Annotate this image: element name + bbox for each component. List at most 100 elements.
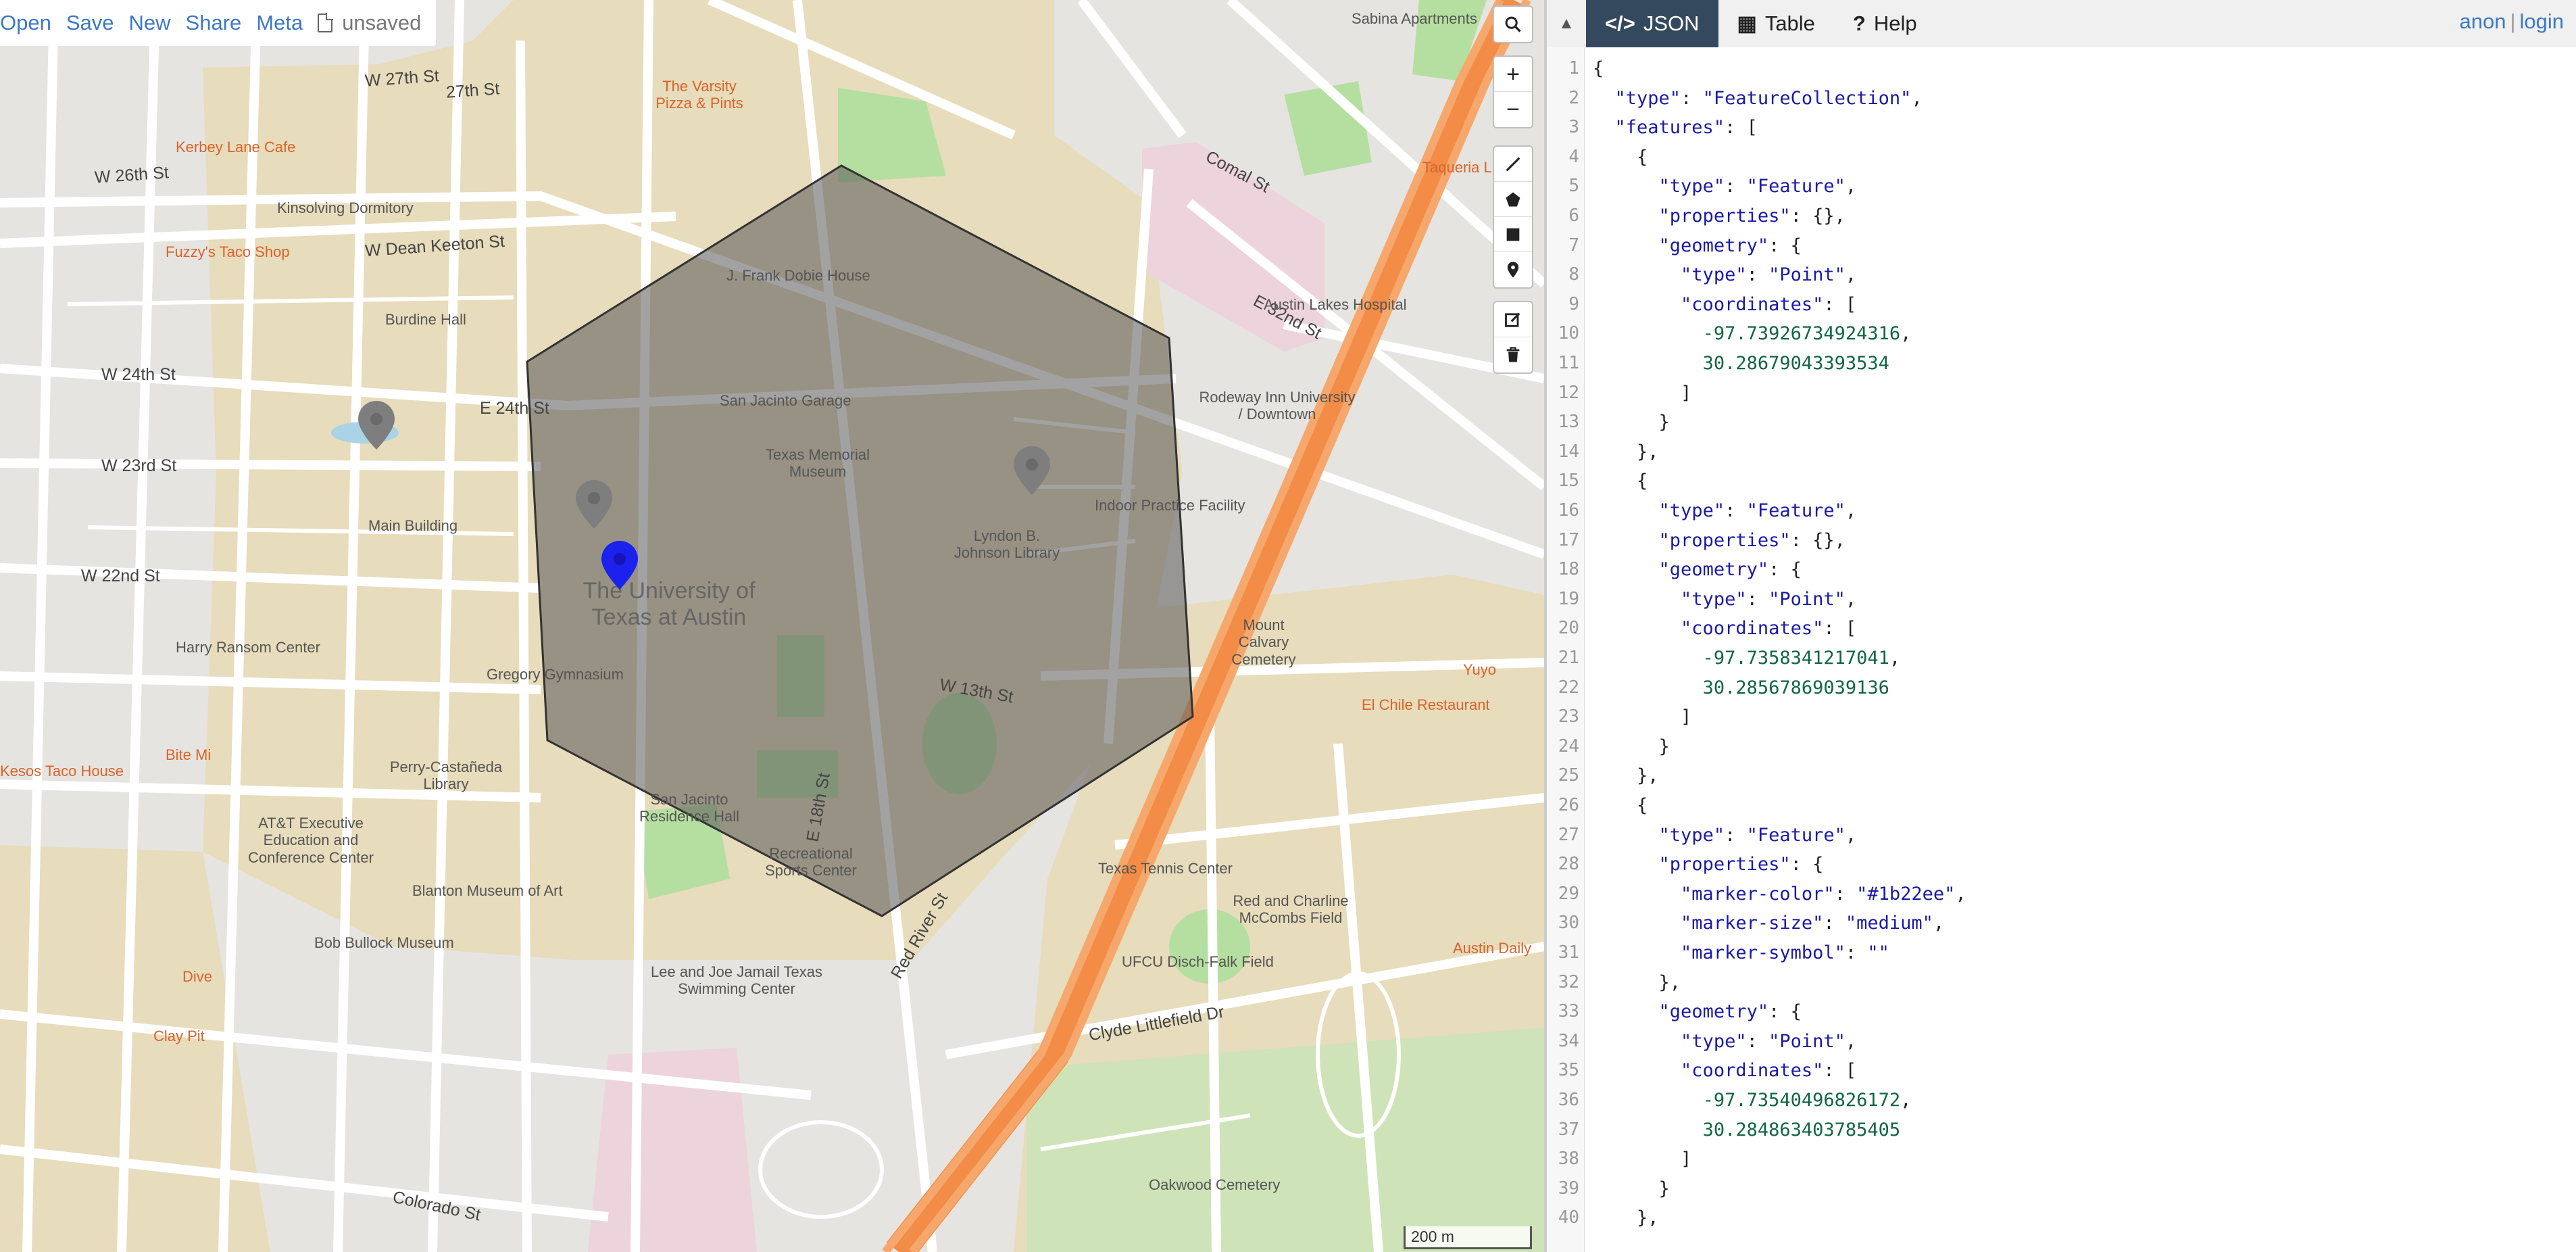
code-text: "properties": {},	[1658, 206, 1846, 226]
line-number: 28	[1558, 854, 1579, 875]
zoom-out-button[interactable]: −	[1494, 92, 1532, 127]
code-text: "type": "Point",	[1681, 588, 1857, 610]
map-marker[interactable]	[1014, 446, 1050, 495]
tab-label: Table	[1764, 11, 1815, 35]
line-number: 19	[1558, 588, 1579, 609]
code-icon: </>	[1605, 11, 1635, 35]
place-label: Austin Lakes Hospital	[1264, 296, 1407, 313]
line-number: 8	[1568, 264, 1579, 285]
line-number: 13	[1558, 412, 1579, 433]
zoom-out-icon: −	[1506, 97, 1520, 122]
line-number: 30	[1558, 913, 1579, 934]
code-text: "marker-size": "medium",	[1681, 913, 1945, 934]
search-button[interactable]	[1494, 7, 1532, 42]
poi-label: Dive	[182, 968, 213, 985]
edit-toolbar	[1493, 301, 1533, 374]
line-number: 33	[1558, 1001, 1579, 1022]
place-label: Sabina Apartments	[1352, 10, 1477, 27]
line-number: 5	[1568, 176, 1579, 197]
map-marker-selected[interactable]	[601, 541, 638, 589]
edit-icon	[1505, 312, 1520, 327]
line-number: 22	[1558, 677, 1579, 698]
zoom-in-icon: +	[1506, 61, 1520, 87]
street-label: 27th St	[445, 79, 501, 102]
top-menu: Open Save New Share Meta unsaved	[0, 0, 437, 46]
share-button[interactable]: Share	[186, 11, 242, 35]
tab-json[interactable]: </> JSON	[1586, 0, 1718, 47]
login-link[interactable]: login	[2520, 9, 2565, 33]
marker-icon	[1507, 262, 1519, 278]
code-text: },	[1593, 971, 1681, 993]
delete-layers-button[interactable]	[1494, 337, 1532, 372]
meta-button[interactable]: Meta	[256, 11, 303, 35]
line-number: 36	[1558, 1090, 1579, 1110]
place-label: Lee and Joe Jamail Texas Swimming Center	[651, 963, 822, 998]
place-label: J. Frank Dobie House	[726, 267, 870, 284]
line-number: 1	[1568, 58, 1579, 78]
edit-layers-button[interactable]	[1494, 302, 1532, 337]
line-number: 29	[1558, 883, 1579, 904]
open-button[interactable]: Open	[0, 11, 51, 35]
zoom-in-button[interactable]: +	[1494, 57, 1532, 92]
code-text: "geometry": {	[1658, 1001, 1802, 1023]
line-number: 18	[1558, 559, 1579, 580]
zoom-control: + −	[1493, 55, 1533, 128]
code-text: ]	[1593, 1149, 1692, 1170]
place-label: Rodeway Inn University / Downtown	[1199, 389, 1356, 423]
json-editor[interactable]: 1 {2 "type": "FeatureCollection", 3 "featu…	[1547, 47, 2576, 1252]
code-text: },	[1593, 1207, 1659, 1229]
code-text: {	[1593, 146, 1648, 168]
map-marker[interactable]	[576, 480, 612, 529]
collapse-pane-button[interactable]: ▲	[1547, 0, 1586, 47]
line-number: 10	[1558, 323, 1579, 344]
draw-marker-button[interactable]	[1494, 252, 1532, 287]
question-icon: ?	[1852, 11, 1866, 35]
tab-bar: ▲ </> JSON ▦ Table ? Help anon | login	[1547, 0, 2576, 47]
draw-line-button[interactable]	[1494, 147, 1532, 182]
place-label: Red and Charline McCombs Field	[1233, 892, 1349, 927]
tab-table[interactable]: ▦ Table	[1718, 0, 1834, 47]
code-text: "type": "Feature",	[1658, 824, 1857, 846]
poi-label: Taqueria L	[1422, 159, 1492, 176]
tab-help[interactable]: ? Help	[1834, 0, 1936, 47]
tab-label: JSON	[1643, 11, 1700, 35]
place-label: Texas Tennis Center	[1098, 860, 1233, 877]
code-text: "features": [	[1614, 117, 1758, 139]
place-label: UFCU Disch-Falk Field	[1122, 953, 1274, 970]
code-text: "type": "Feature",	[1658, 176, 1857, 197]
code-text: "coordinates": [	[1681, 293, 1857, 315]
search-icon	[1505, 16, 1521, 32]
place-label: San Jacinto Residence Hall	[639, 791, 739, 825]
code-text: "type": "Point",	[1681, 1030, 1857, 1052]
poi-label: Austin Daily	[1453, 940, 1532, 957]
code-text: {	[1593, 58, 1604, 79]
street-label: W 22nd St	[81, 567, 160, 585]
save-button[interactable]: Save	[66, 11, 114, 35]
line-icon	[1506, 157, 1520, 171]
code-text: 30.284863403785405	[1702, 1119, 1901, 1140]
basemap	[0, 0, 1544, 1252]
map-marker[interactable]	[358, 401, 395, 450]
scale-bar: 200 m	[1404, 1226, 1532, 1249]
line-number: 38	[1558, 1149, 1579, 1170]
draw-rectangle-button[interactable]	[1494, 217, 1532, 252]
code-text: {	[1593, 471, 1648, 492]
map-canvas[interactable]: W 27th St 27th St W 26th St W Dean Keeto…	[0, 0, 1544, 1252]
table-icon: ▦	[1737, 11, 1757, 35]
code-text: }	[1593, 412, 1670, 433]
line-number: 11	[1558, 353, 1579, 373]
new-button[interactable]: New	[129, 11, 171, 35]
line-number: 23	[1558, 706, 1579, 727]
line-number: 32	[1558, 971, 1579, 992]
code-text: "type": "Feature",	[1658, 500, 1857, 521]
anon-link[interactable]: anon	[2459, 9, 2506, 33]
code-text: "type": "FeatureCollection",	[1614, 87, 1923, 109]
trash-icon	[1506, 347, 1520, 362]
line-number: 25	[1558, 765, 1579, 786]
line-number: 3	[1568, 117, 1579, 138]
draw-polygon-button[interactable]	[1494, 182, 1532, 217]
draw-toolbar	[1493, 145, 1533, 289]
line-number: 17	[1558, 529, 1579, 550]
code-text: "marker-color": "#1b22ee",	[1681, 883, 1966, 905]
code-text: "coordinates": [	[1681, 1060, 1857, 1082]
